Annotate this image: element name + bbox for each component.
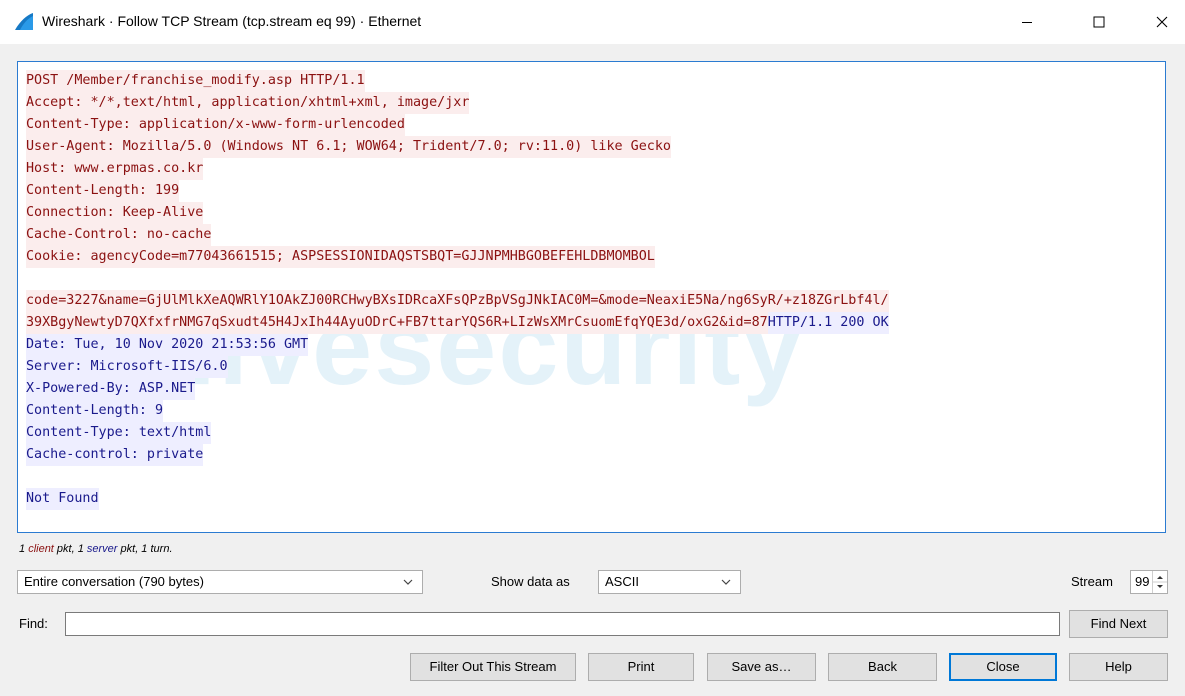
client-text-segment: POST /Member/franchise_modify.asp HTTP/1… [26, 70, 365, 92]
stream-line: Content-Type: application/x-www-form-url… [26, 114, 889, 136]
stream-line: Cookie: agencyCode=m77043661515; ASPSESS… [26, 246, 889, 268]
client-text-segment: User-Agent: Mozilla/5.0 (Windows NT 6.1;… [26, 136, 671, 158]
client-text-segment: Cookie: agencyCode=m77043661515; ASPSESS… [26, 246, 655, 268]
window-title: Wireshark · Follow TCP Stream (tcp.strea… [42, 13, 422, 29]
stream-line: code=3227&name=GjUlMlkXeAQWRlY1OAkZJ00RC… [26, 290, 889, 312]
stream-line [26, 466, 889, 488]
title-bar: Wireshark · Follow TCP Stream (tcp.strea… [0, 0, 1185, 44]
stream-line: Date: Tue, 10 Nov 2020 21:53:56 GMT [26, 334, 889, 356]
client-text-segment: Connection: Keep-Alive [26, 202, 204, 224]
stream-line: Host: www.erpmas.co.kr [26, 158, 889, 180]
stream-label: Stream [1071, 574, 1113, 589]
server-text-segment: Date: Tue, 10 Nov 2020 21:53:56 GMT [26, 334, 309, 356]
close-button[interactable]: Close [949, 653, 1057, 681]
server-text-segment: Not Found [26, 488, 99, 510]
stream-line: X-Powered-By: ASP.NET [26, 378, 889, 400]
stream-line: 39XBgyNewtyD7QXfxfrNMG7qSxudt45H4JxIh44A… [26, 312, 889, 334]
stream-line: Not Found [26, 488, 889, 510]
server-text-segment: Content-Length: 9 [26, 400, 164, 422]
maximize-button[interactable] [1076, 0, 1122, 44]
client-text-segment: Content-Type: application/x-www-form-url… [26, 114, 405, 136]
minimize-icon [1022, 22, 1032, 23]
client-text-segment: code=3227&name=GjUlMlkXeAQWRlY1OAkZJ00RC… [26, 290, 889, 312]
client-text-segment: Content-Length: 199 [26, 180, 180, 202]
stream-line [26, 268, 889, 290]
stream-line: Cache-Control: no-cache [26, 224, 889, 246]
filter-out-stream-button[interactable]: Filter Out This Stream [410, 653, 576, 681]
client-text-segment: Cache-Control: no-cache [26, 224, 212, 246]
minimize-button[interactable] [1004, 0, 1050, 44]
summary-prefix: 1 [19, 543, 29, 555]
stream-line: Content-Length: 199 [26, 180, 889, 202]
show-data-select[interactable]: ASCII [598, 570, 741, 594]
summary-middle: pkt, 1 [53, 543, 87, 555]
client-text-segment: Accept: */*,text/html, application/xhtml… [26, 92, 470, 114]
stream-number-value: 99 [1135, 574, 1150, 589]
server-text-segment: HTTP/1.1 200 OK [767, 312, 889, 334]
summary-suffix: pkt, 1 turn. [117, 543, 173, 555]
maximize-icon [1093, 16, 1105, 28]
find-input[interactable] [65, 612, 1060, 636]
close-icon [1156, 16, 1168, 28]
summary-client: client [28, 543, 54, 555]
find-label: Find: [19, 616, 48, 631]
stream-line: Content-Length: 9 [26, 400, 889, 422]
packet-summary: 1 client pkt, 1 server pkt, 1 turn. [19, 543, 173, 555]
server-text-segment: Server: Microsoft-IIS/6.0 [26, 356, 228, 378]
stream-line: Connection: Keep-Alive [26, 202, 889, 224]
spinner-arrows[interactable] [1152, 571, 1167, 593]
client-text-segment: 39XBgyNewtyD7QXfxfrNMG7qSxudt45H4JxIh44A… [26, 312, 768, 334]
stream-content-pane[interactable]: welivesecurity POST /Member/franchise_mo… [17, 61, 1166, 533]
find-next-button[interactable]: Find Next [1069, 610, 1168, 638]
stream-line: Content-Type: text/html [26, 422, 889, 444]
wireshark-fin-icon [15, 13, 33, 30]
stream-line: User-Agent: Mozilla/5.0 (Windows NT 6.1;… [26, 136, 889, 158]
stream-line: Server: Microsoft-IIS/6.0 [26, 356, 889, 378]
show-data-select-value: ASCII [605, 574, 639, 589]
chevron-down-icon [721, 579, 731, 585]
server-text-segment: X-Powered-By: ASP.NET [26, 378, 196, 400]
summary-server: server [86, 543, 118, 555]
stream-line: POST /Member/franchise_modify.asp HTTP/1… [26, 70, 889, 92]
stream-lines: POST /Member/franchise_modify.asp HTTP/1… [26, 70, 889, 510]
help-button[interactable]: Help [1069, 653, 1168, 681]
show-data-label: Show data as [491, 574, 570, 589]
conversation-select-value: Entire conversation (790 bytes) [24, 574, 204, 589]
client-text-segment: Host: www.erpmas.co.kr [26, 158, 204, 180]
spin-up-down-icon [1153, 576, 1167, 588]
print-button[interactable]: Print [588, 653, 694, 681]
chevron-down-icon [403, 579, 413, 585]
server-text-segment: Content-Type: text/html [26, 422, 212, 444]
stream-number-spinner[interactable]: 99 [1130, 570, 1168, 594]
stream-line: Cache-control: private [26, 444, 889, 466]
server-text-segment: Cache-control: private [26, 444, 204, 466]
stream-line: Accept: */*,text/html, application/xhtml… [26, 92, 889, 114]
conversation-select[interactable]: Entire conversation (790 bytes) [17, 570, 423, 594]
save-as-button[interactable]: Save as… [707, 653, 816, 681]
back-button[interactable]: Back [828, 653, 937, 681]
close-window-button[interactable] [1139, 0, 1185, 44]
